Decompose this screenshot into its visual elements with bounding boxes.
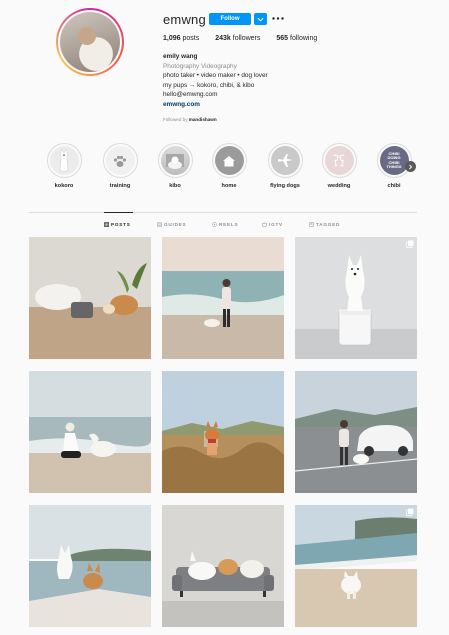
post-tile[interactable] <box>295 505 417 627</box>
suggested-accounts-button[interactable] <box>254 13 267 25</box>
post-image <box>162 505 284 627</box>
dog-photo <box>49 146 79 175</box>
reels-icon <box>212 222 217 227</box>
igtv-icon <box>262 222 267 227</box>
following-link[interactable]: 565 following <box>276 35 317 42</box>
guides-icon <box>157 222 162 227</box>
tab-tagged[interactable]: TAGGED <box>309 222 340 227</box>
profile-stats: 1,096 posts 243k followers 565 following <box>163 35 333 42</box>
active-tab-indicator <box>104 212 133 213</box>
profile-full-name: emily wang <box>163 53 198 60</box>
profile-category: Photography Videography <box>163 62 237 70</box>
chevron-down-icon <box>257 17 264 22</box>
post-image <box>162 371 284 493</box>
post-image <box>295 371 417 493</box>
post-tile[interactable] <box>295 237 417 359</box>
post-image <box>295 505 417 627</box>
chevron-right-icon <box>409 164 413 169</box>
bio-line: photo taker • video maker • dog lover <box>163 72 268 79</box>
tab-guides[interactable]: GUIDES <box>157 222 186 227</box>
multiple-photos-icon <box>406 508 414 516</box>
highlights-next-button[interactable] <box>405 161 416 172</box>
avatar <box>60 12 120 72</box>
profile-website-link[interactable]: emwng.com <box>163 100 268 110</box>
paw-icon <box>105 146 135 175</box>
tabs-divider <box>29 212 417 213</box>
more-dots-icon <box>272 16 284 20</box>
highlight-wedding[interactable]: wedding <box>319 143 359 189</box>
house-icon <box>214 146 244 175</box>
highlight-kokoro[interactable]: kokoro <box>44 143 84 189</box>
profile-username: emwng <box>163 12 206 27</box>
bio-line: my pups → kokoro, chibi, & kibo <box>163 81 255 89</box>
dog-photo <box>160 146 190 175</box>
posts-count: 1,096 posts <box>163 35 200 42</box>
post-tile[interactable] <box>162 371 284 493</box>
champagne-icon <box>324 146 354 175</box>
followed-by[interactable]: Followed by mandishawn <box>163 117 217 122</box>
post-tile[interactable] <box>29 237 151 359</box>
multiple-photos-icon <box>406 240 414 248</box>
bio-email: hello@emwng.com <box>163 91 218 98</box>
tab-posts[interactable]: POSTS <box>104 222 131 227</box>
follow-button[interactable]: Follow <box>209 13 251 25</box>
post-tile[interactable] <box>29 505 151 627</box>
post-image <box>29 505 151 627</box>
grid-icon <box>104 222 109 227</box>
story-highlights: kokoro training kibo home flying dogs we… <box>44 143 420 195</box>
tab-reels[interactable]: REELS <box>212 222 238 227</box>
highlight-home[interactable]: home <box>209 143 249 189</box>
text-cover: CHIBI DOING CHIBI THINGS <box>379 146 409 175</box>
airplane-icon <box>270 146 300 175</box>
post-image <box>295 237 417 359</box>
profile-bio: emily wang Photography Videography photo… <box>163 52 268 109</box>
highlight-training[interactable]: training <box>100 143 140 189</box>
highlight-flying-dogs[interactable]: flying dogs <box>265 143 305 189</box>
tagged-icon <box>309 222 314 227</box>
tab-igtv[interactable]: IGTV <box>262 222 283 227</box>
post-tile[interactable] <box>162 505 284 627</box>
post-tile[interactable] <box>29 371 151 493</box>
post-image <box>29 371 151 493</box>
more-options-button[interactable] <box>271 12 285 24</box>
profile-avatar[interactable] <box>56 8 124 76</box>
post-image <box>162 237 284 359</box>
post-image <box>29 237 151 359</box>
post-tile[interactable] <box>295 371 417 493</box>
post-tile[interactable] <box>162 237 284 359</box>
highlight-kibo[interactable]: kibo <box>155 143 195 189</box>
followers-link[interactable]: 243k followers <box>215 35 260 42</box>
